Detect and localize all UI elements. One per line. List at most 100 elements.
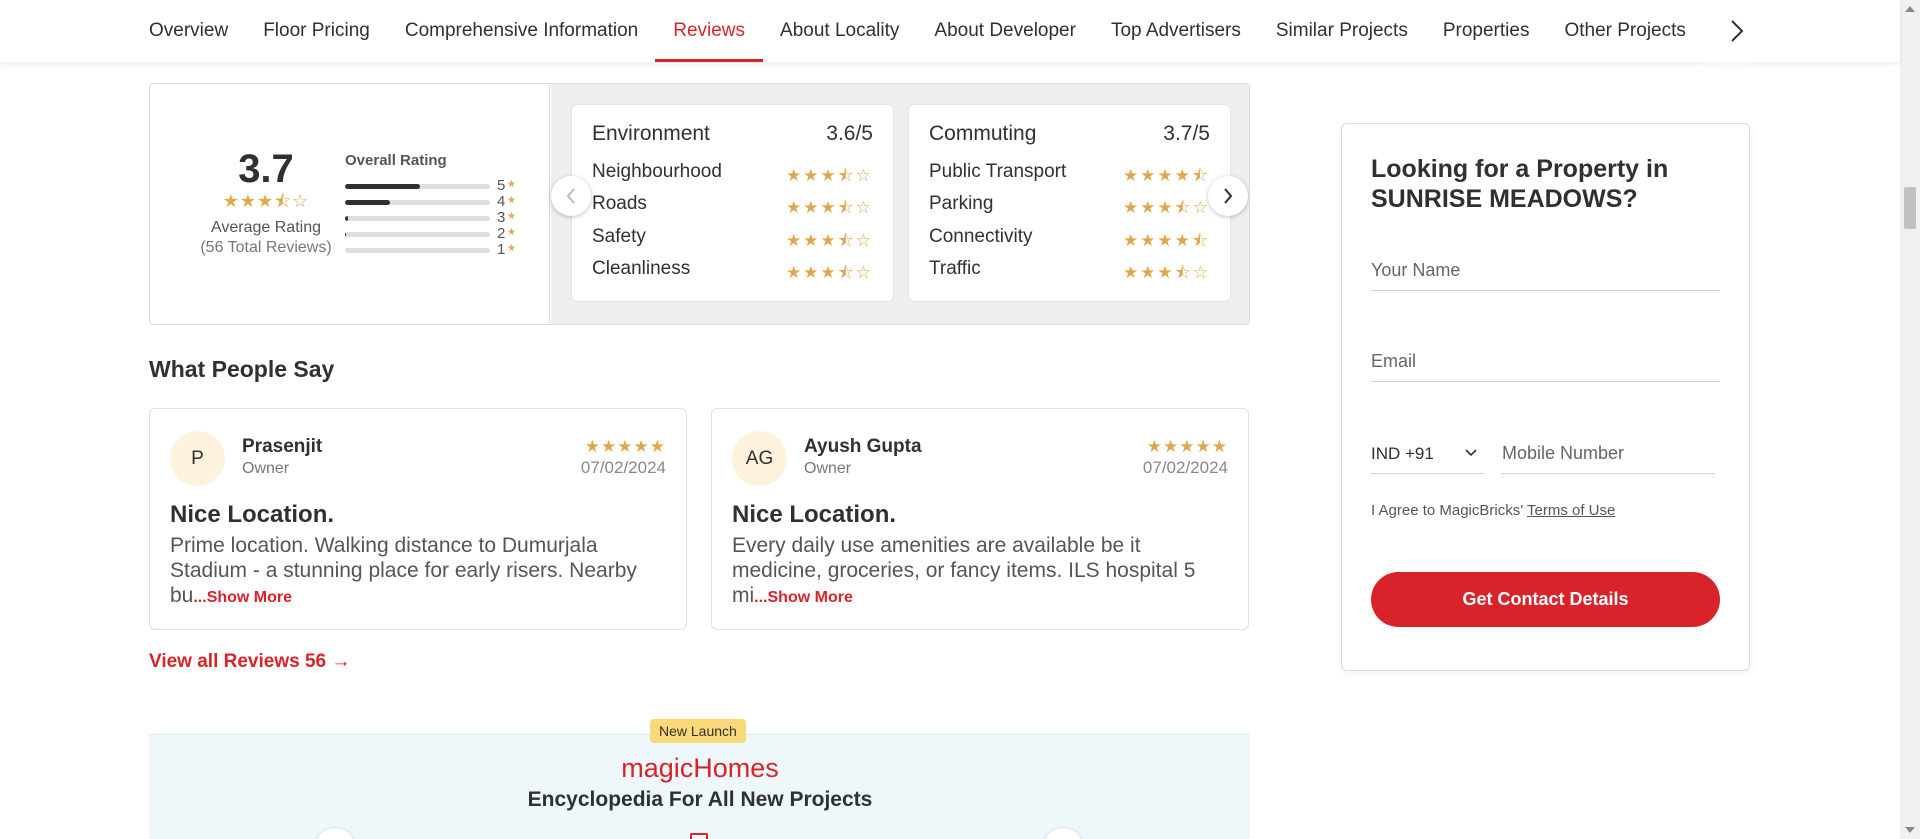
- rating-bar-fill: [345, 184, 421, 189]
- terms-of-use-link[interactable]: Terms of Use: [1527, 502, 1615, 519]
- rating-bar-4: 4 ★: [345, 193, 525, 210]
- star-icon: ★: [507, 243, 516, 254]
- category-item-name: Cleanliness: [592, 258, 691, 279]
- tab-floor-pricing[interactable]: Floor Pricing: [263, 0, 370, 62]
- scrollbar-thumb[interactable]: [1904, 187, 1916, 229]
- review-card: P Prasenjit Owner ★★★★★ 07/02/2024 Nice …: [149, 408, 687, 630]
- magichomes-logo: magicHomes: [621, 753, 779, 783]
- reviewer-role: Owner: [804, 460, 852, 477]
- rating-bar-label: 1: [497, 241, 506, 258]
- view-all-reviews-link[interactable]: View all Reviews 56 →: [149, 651, 350, 673]
- tab-overview[interactable]: Overview: [149, 0, 228, 62]
- overall-rating-label: Overall Rating: [345, 152, 447, 169]
- category-item-stars: ★★★⯪☆: [1122, 263, 1210, 282]
- category-item-name: Neighbourhood: [592, 161, 722, 182]
- category-item: Neighbourhood ★★★⯪☆: [592, 161, 873, 189]
- rating-distribution: 5 ★ 4 ★ 3 ★ 2 ★ 1 ★: [345, 177, 525, 258]
- overall-rating-panel: 3.7 ★★★⯪☆ Average Rating (56 Total Revie…: [150, 84, 550, 324]
- category-item: Connectivity ★★★★⯪: [929, 226, 1210, 254]
- name-field[interactable]: [1371, 251, 1720, 291]
- rating-bar-label: 5: [497, 177, 506, 194]
- project-icon: [690, 833, 708, 839]
- average-rating-label: Average Rating: [211, 219, 321, 236]
- star-icon: ★: [507, 179, 516, 190]
- chevron-right-icon: [1731, 20, 1744, 42]
- review-body: Every daily use amenities are available …: [732, 533, 1222, 610]
- reviewer-name: Ayush Gupta: [804, 436, 922, 457]
- page-scrollbar[interactable]: [1900, 0, 1920, 839]
- category-score: 3.7/5: [1163, 122, 1210, 145]
- email-field[interactable]: [1371, 342, 1720, 382]
- scroll-up-arrow-icon[interactable]: [1905, 6, 1915, 12]
- mobile-number-field[interactable]: [1502, 434, 1714, 474]
- reviews-section-title: What People Say: [149, 356, 335, 382]
- tab-reviews[interactable]: Reviews: [655, 0, 763, 62]
- avatar: AG: [732, 431, 787, 486]
- magichomes-subtitle: Encyclopedia For All New Projects: [527, 788, 873, 811]
- rating-bar-2: 2 ★: [345, 225, 525, 242]
- contact-form: Looking for a Property in SUNRISE MEADOW…: [1341, 123, 1750, 671]
- category-item: Parking ★★★⯪☆: [929, 193, 1210, 221]
- category-card-environment: Environment 3.6/5 Neighbourhood ★★★⯪☆ Roa…: [571, 104, 894, 302]
- category-item-name: Traffic: [929, 258, 981, 279]
- category-item-name: Safety: [592, 226, 646, 247]
- review-date: 07/02/2024: [580, 458, 666, 477]
- chevron-down-icon: [1465, 449, 1477, 457]
- category-item-name: Connectivity: [929, 226, 1033, 247]
- show-more-link[interactable]: ...Show More: [754, 589, 853, 606]
- review-stars: ★★★★★: [1146, 437, 1228, 456]
- star-icon: ★: [507, 195, 516, 206]
- category-item-stars: ★★★★⯪: [1122, 166, 1210, 185]
- country-code-select[interactable]: IND +91: [1371, 434, 1484, 474]
- tab-other-projects[interactable]: Other Projects: [1564, 0, 1685, 62]
- nav-tabs: Overview Floor Pricing Comprehensive Inf…: [149, 0, 1712, 62]
- tab-top-advertisers[interactable]: Top Advertisers: [1111, 0, 1241, 62]
- review-title: Nice Location.: [732, 501, 897, 528]
- category-item: Public Transport ★★★★⯪: [929, 161, 1210, 189]
- review-card: AG Ayush Gupta Owner ★★★★★ 07/02/2024 Ni…: [711, 408, 1249, 630]
- tab-properties[interactable]: Properties: [1443, 0, 1530, 62]
- category-item-stars: ★★★⯪☆: [785, 263, 873, 282]
- category-item-stars: ★★★⯪☆: [785, 198, 873, 217]
- carousel-next-button[interactable]: [1208, 176, 1248, 216]
- category-item-stars: ★★★⯪☆: [785, 166, 873, 185]
- rating-bar-fill: [345, 232, 347, 237]
- average-rating-stars: ★★★⯪☆: [222, 191, 310, 211]
- star-icon: ★: [507, 227, 516, 238]
- category-item: Safety ★★★⯪☆: [592, 226, 873, 254]
- reviewer-role: Owner: [242, 460, 290, 477]
- rating-bar-label: 2: [497, 225, 506, 242]
- country-code-value: IND +91: [1371, 444, 1434, 463]
- rating-bar-3: 3 ★: [345, 209, 525, 226]
- rating-bar-fill: [345, 216, 348, 221]
- tab-about-developer[interactable]: About Developer: [934, 0, 1076, 62]
- tab-about-locality[interactable]: About Locality: [780, 0, 899, 62]
- rating-bar-label: 3: [497, 209, 506, 226]
- scroll-down-arrow-icon[interactable]: [1905, 827, 1915, 833]
- category-item: Cleanliness ★★★⯪☆: [592, 258, 873, 286]
- tab-similar-projects[interactable]: Similar Projects: [1276, 0, 1408, 62]
- carousel-prev-button[interactable]: [551, 176, 591, 216]
- page: Overview Floor Pricing Comprehensive Inf…: [0, 0, 1920, 839]
- get-contact-details-button[interactable]: Get Contact Details: [1371, 572, 1720, 627]
- avatar: P: [170, 431, 225, 486]
- section-nav: Overview Floor Pricing Comprehensive Inf…: [0, 0, 1900, 62]
- rating-summary: 3.7 ★★★⯪☆ Average Rating (56 Total Revie…: [149, 83, 1250, 325]
- terms-agreement-text: I Agree to MagicBricks': [1371, 502, 1524, 519]
- chevron-left-icon: [566, 188, 575, 204]
- category-item-name: Roads: [592, 193, 647, 214]
- total-reviews-count: (56 Total Reviews): [200, 239, 332, 256]
- new-launch-badge: New Launch: [650, 719, 746, 743]
- rating-bar-fill: [345, 200, 390, 205]
- review-date: 07/02/2024: [1142, 458, 1228, 477]
- review-stars: ★★★★★: [584, 437, 666, 456]
- nav-next-button[interactable]: [1712, 0, 1762, 62]
- rating-bar-5: 5 ★: [345, 177, 525, 194]
- show-more-link[interactable]: ...Show More: [193, 589, 292, 606]
- star-icon: ★: [507, 211, 516, 222]
- category-item-stars: ★★★⯪☆: [1122, 198, 1210, 217]
- reviewer-name: Prasenjit: [242, 436, 323, 457]
- chevron-right-icon: [1224, 188, 1233, 204]
- tab-comprehensive-information[interactable]: Comprehensive Information: [405, 0, 638, 62]
- category-score: 3.6/5: [826, 122, 873, 145]
